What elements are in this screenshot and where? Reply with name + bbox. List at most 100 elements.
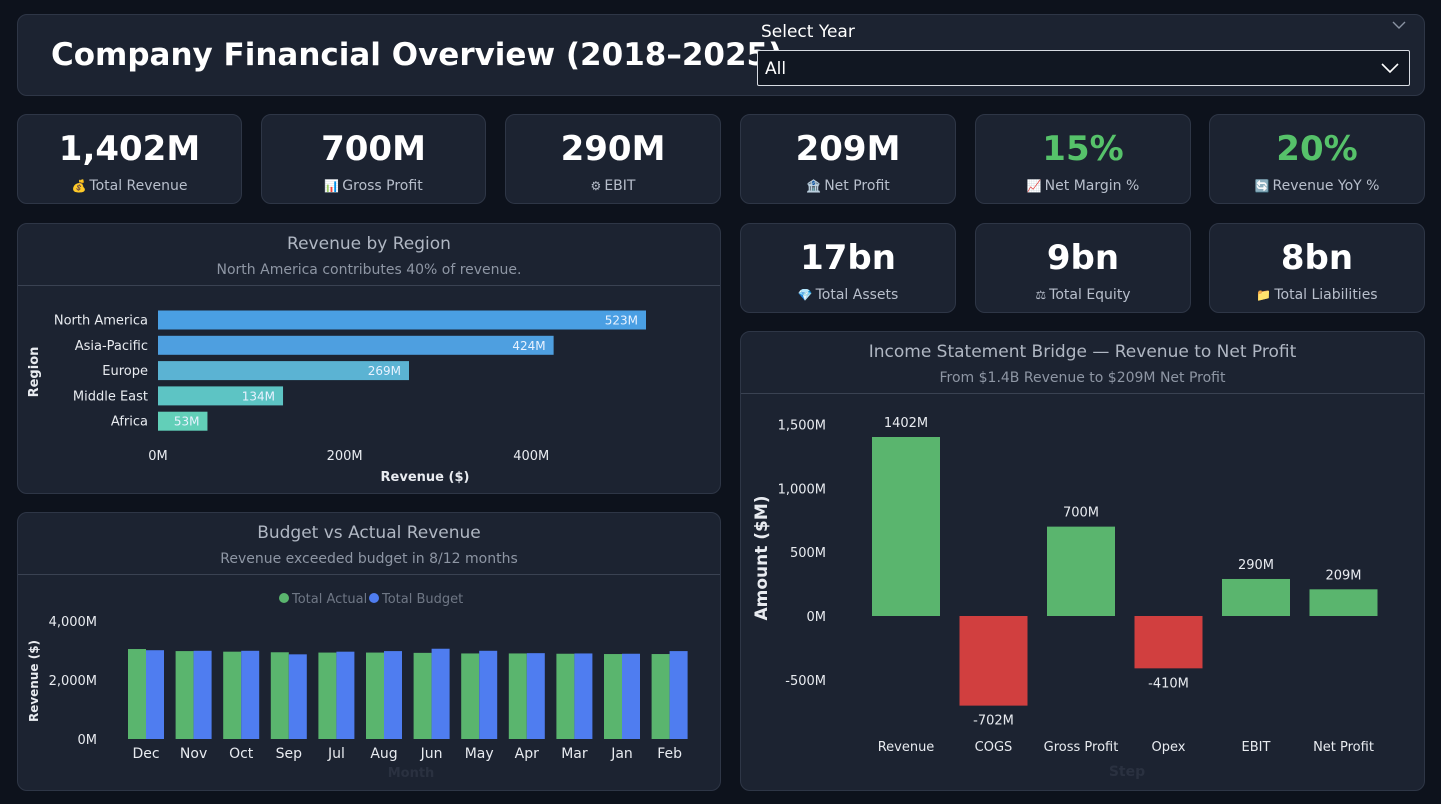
region-data-label: 424M (512, 339, 545, 353)
step-label: EBIT (1242, 740, 1271, 755)
x-axis-title: Step (1109, 764, 1145, 780)
budget-bar (384, 651, 402, 739)
region-data-label: 523M (605, 314, 638, 328)
kpi-revenue-yoy: 20% 🔄 Revenue YoY % (1209, 114, 1425, 204)
kpi-value: 15% (1042, 129, 1124, 169)
kpi-label: Net Margin % (1044, 178, 1140, 194)
kpi-label: Net Profit (824, 178, 890, 194)
budget-bar (574, 653, 593, 739)
budget-bar (288, 654, 307, 739)
region-data-label: 134M (242, 389, 275, 403)
kpi-total-liabilities: 8bn 📁 Total Liabilities (1209, 223, 1425, 313)
region-category-label: North America (54, 314, 148, 329)
region-bar (158, 310, 646, 330)
chevron-down-icon[interactable] (1381, 59, 1399, 78)
kpi-value: 209M (795, 129, 901, 169)
x-tick-label: 200M (327, 449, 363, 464)
money-bag-icon: 💰 (71, 179, 87, 193)
budget-bar (336, 651, 355, 739)
kpi-value: 290M (560, 129, 666, 169)
month-label: Jan (610, 746, 633, 762)
bridge-bar (959, 616, 1028, 706)
region-category-label: Asia-Pacific (75, 339, 148, 354)
kpi-total-revenue: 1,402M 💰 Total Revenue (17, 114, 242, 204)
month-label: Oct (229, 746, 254, 762)
step-label: COGS (975, 740, 1013, 755)
x-axis-title: Revenue ($) (381, 470, 470, 485)
y-tick-label: 500M (790, 546, 826, 561)
gear-icon: ⚙ (590, 179, 602, 193)
budget-bar (431, 648, 450, 739)
step-label: Net Profit (1313, 740, 1374, 755)
y-tick-label: 1,000M (778, 482, 826, 497)
bridge-data-label: 1402M (884, 416, 928, 431)
kpi-total-equity: 9bn ⚖ Total Equity (975, 223, 1191, 313)
budget-bar (669, 651, 688, 739)
step-label: Opex (1152, 740, 1186, 755)
bridge-bar (1309, 589, 1378, 616)
region-data-label: 269M (368, 364, 401, 378)
year-select[interactable]: All (757, 50, 1410, 86)
header-card: Company Financial Overview (2018–2025) S… (17, 14, 1425, 96)
region-chart-card: Revenue by Region North America contribu… (17, 223, 721, 494)
kpi-label: EBIT (604, 178, 636, 194)
page-title: Company Financial Overview (2018–2025) (51, 37, 783, 73)
kpi-value: 9bn (1046, 238, 1120, 278)
legend-budget-label: Total Budget (381, 592, 463, 607)
region-category-label: Africa (111, 415, 148, 430)
month-label: Apr (515, 746, 539, 762)
y-tick-label: 1,500M (778, 418, 826, 433)
budget-bar (193, 650, 212, 739)
budget-bar (622, 653, 640, 739)
gem-icon: 💎 (797, 288, 813, 302)
bridge-data-label: 700M (1063, 506, 1099, 521)
actual-bar (604, 654, 622, 739)
kpi-label: Gross Profit (342, 178, 423, 194)
region-bar (158, 335, 554, 355)
kpi-value: 17bn (800, 238, 896, 278)
kpi-value: 20% (1276, 129, 1358, 169)
kpi-value: 8bn (1280, 238, 1354, 278)
x-tick-label: 400M (513, 449, 549, 464)
actual-bar (413, 652, 432, 739)
y-axis-title: Region (27, 347, 42, 398)
bridge-bar (1047, 526, 1115, 616)
x-tick-label: 0M (148, 449, 168, 464)
budget-bar (146, 650, 164, 739)
bridge-bar (1222, 578, 1290, 616)
month-label: Jul (327, 746, 345, 762)
y-tick-label: -500M (785, 674, 826, 689)
kpi-value: 700M (321, 129, 426, 169)
bridge-data-label: -410M (1148, 676, 1189, 691)
legend-budget-marker (369, 593, 379, 603)
x-axis-title: Month (388, 766, 435, 781)
kpi-net-profit: 209M 🏦 Net Profit (740, 114, 956, 204)
month-label: May (465, 746, 494, 762)
refresh-icon: 🔄 (1254, 179, 1270, 193)
region-category-label: Middle East (73, 389, 148, 404)
kpi-ebit: 290M ⚙ EBIT (505, 114, 721, 204)
month-label: Nov (180, 746, 207, 762)
year-slicer-label: Select Year (761, 22, 855, 42)
kpi-label: Total Assets (815, 287, 899, 303)
legend-actual-label: Total Actual (291, 592, 367, 607)
region-data-label: 53M (174, 415, 200, 429)
slicer-collapse-icon[interactable] (1392, 19, 1406, 33)
month-label: Sep (276, 746, 303, 762)
budget-bar (241, 650, 260, 739)
bridge-bar (1134, 616, 1203, 669)
kpi-label: Revenue YoY % (1272, 178, 1380, 194)
actual-bar (508, 653, 527, 739)
kpi-gross-profit: 700M 📊 Gross Profit (261, 114, 486, 204)
step-label: Revenue (878, 740, 935, 755)
y-tick-label: 0M (807, 610, 827, 625)
actual-bar (556, 653, 575, 739)
step-label: Gross Profit (1044, 740, 1119, 755)
bridge-bar (872, 437, 940, 616)
budget-bar-chart: Total Actual Total Budget 0M 2,000M 4,000M Re… (27, 592, 688, 781)
actual-bar (461, 653, 480, 739)
kpi-value: 1,402M (58, 129, 201, 169)
kpi-label: Total Revenue (89, 178, 188, 194)
y-tick-label: 4,000M (49, 615, 97, 630)
actual-bar (128, 649, 146, 739)
